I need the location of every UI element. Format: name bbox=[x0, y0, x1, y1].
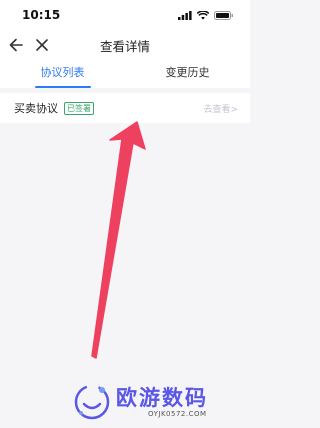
signal-icon bbox=[178, 10, 192, 20]
agreement-name: 买卖协议 bbox=[14, 102, 58, 115]
status-bar: 10:15 bbox=[0, 0, 250, 30]
tab-agreement-list[interactable]: 协议列表 bbox=[0, 60, 125, 88]
view-link[interactable]: 去查看> bbox=[203, 102, 238, 115]
battery-icon bbox=[214, 10, 233, 20]
agreement-row[interactable]: 买卖协议 已签署 去查看> bbox=[0, 93, 250, 123]
page-title: 查看详情 bbox=[99, 39, 150, 54]
status-time: 10:15 bbox=[22, 8, 61, 22]
watermark-subtitle: OYJK0572.COM bbox=[148, 410, 207, 418]
status-icons bbox=[178, 10, 234, 20]
status-badge: 已签署 bbox=[64, 101, 94, 115]
navigation-bar: 查看详情 bbox=[0, 30, 250, 60]
tab-change-history-label: 变更历史 bbox=[165, 66, 210, 79]
wifi-icon bbox=[197, 10, 209, 20]
watermark-logo-icon bbox=[74, 384, 110, 420]
tab-change-history[interactable]: 变更历史 bbox=[125, 60, 250, 88]
active-tab-indicator bbox=[34, 86, 91, 88]
tab-agreement-list-label: 协议列表 bbox=[40, 66, 85, 79]
watermark: 欧游数码 OYJK0572.COM bbox=[72, 380, 242, 424]
tab-bar: 协议列表 变更历史 bbox=[0, 60, 250, 88]
watermark-title: 欧游数码 bbox=[116, 386, 208, 410]
